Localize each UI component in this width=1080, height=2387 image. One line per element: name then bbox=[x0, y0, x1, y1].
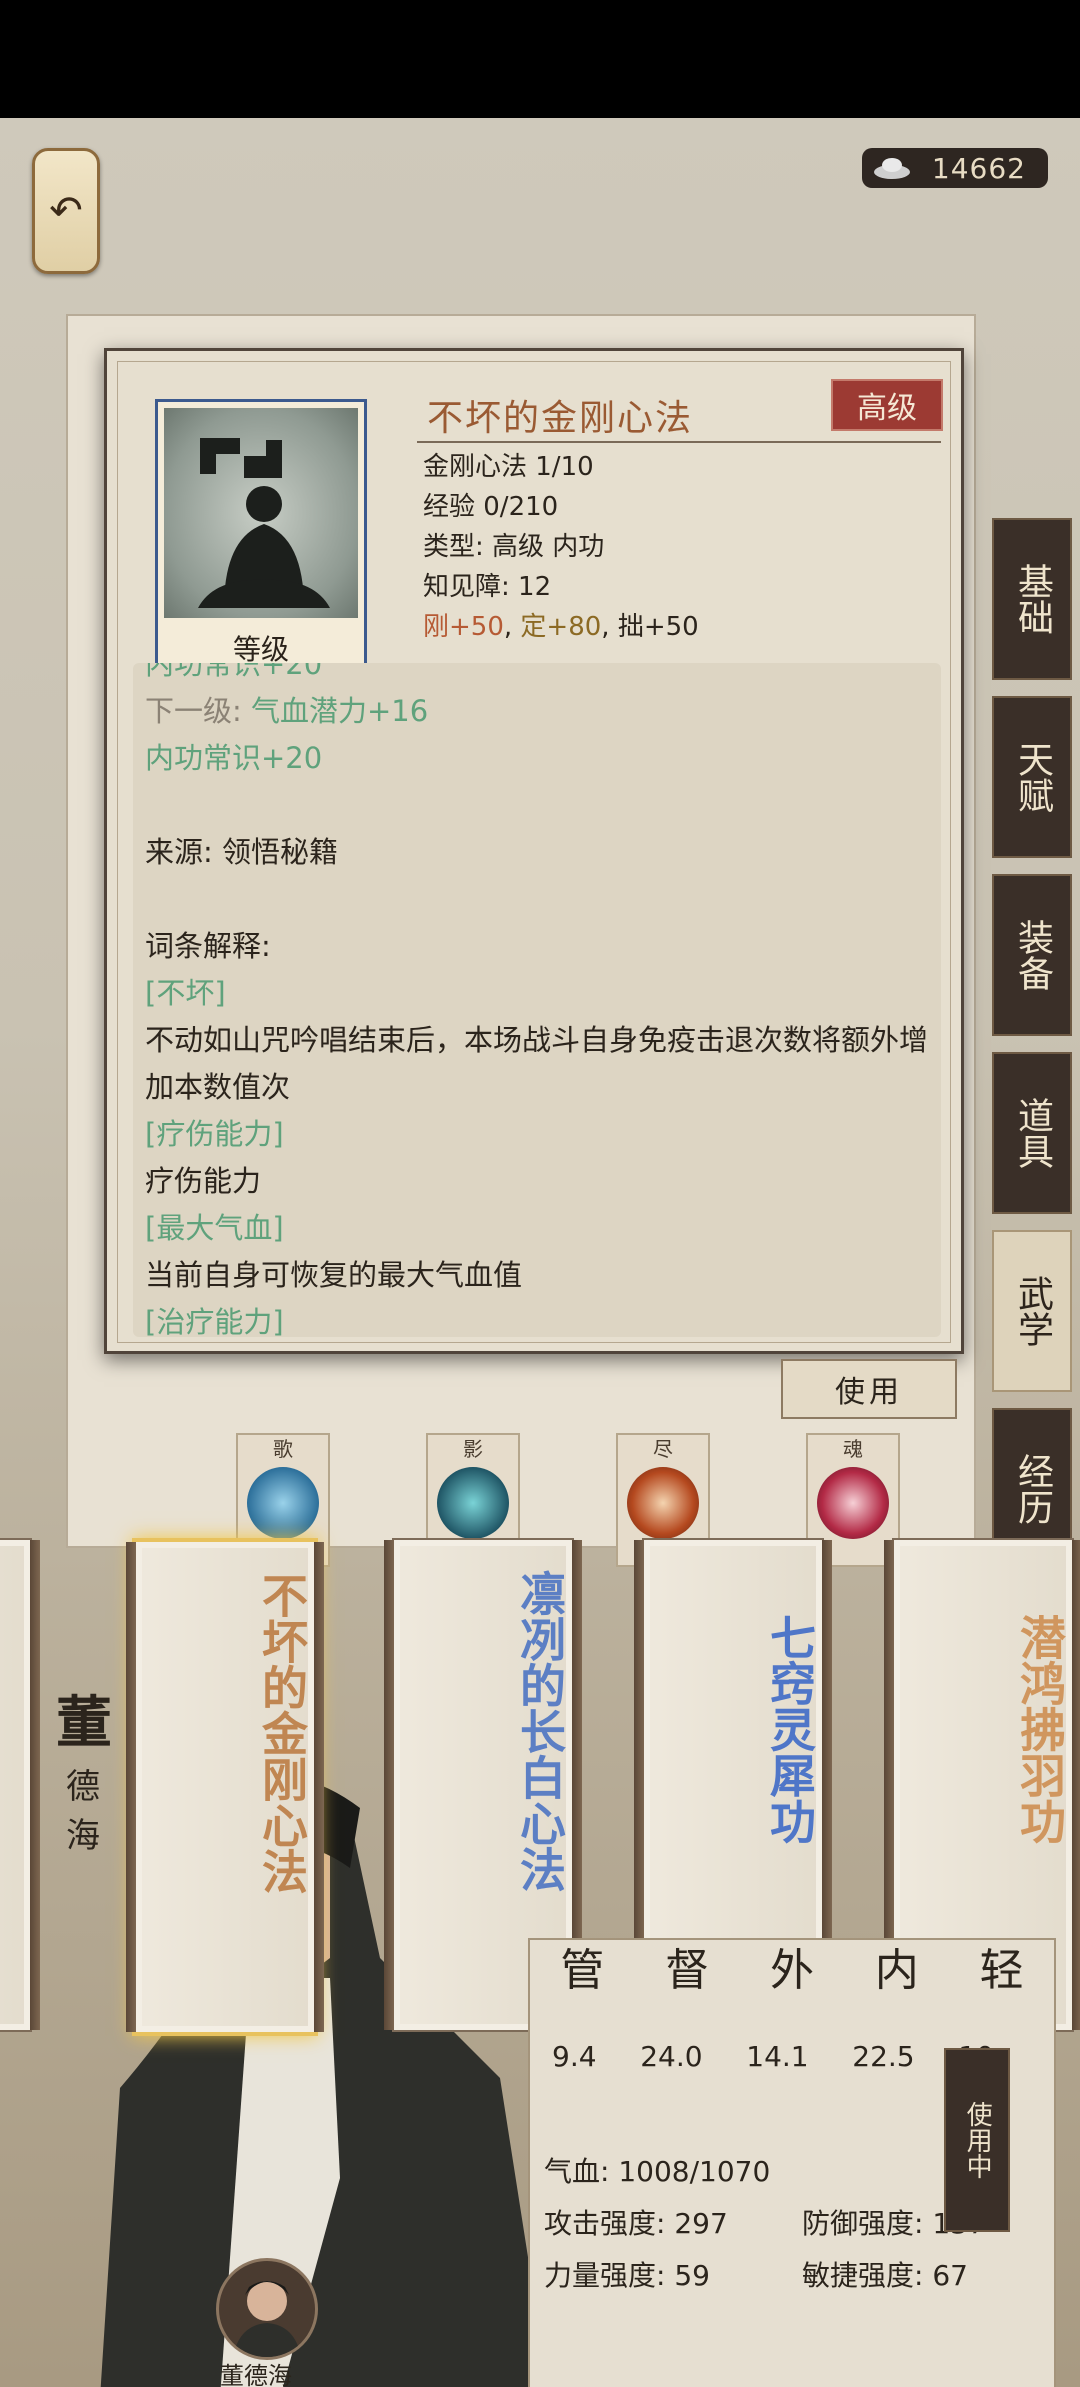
skill-level: 金刚心法 1/10 bbox=[423, 452, 594, 482]
currency-display: 14662 bbox=[862, 148, 1048, 188]
hp-stat: 气血: 1008/1070 bbox=[544, 2155, 771, 2188]
skill-icon bbox=[247, 1467, 319, 1539]
strength-stat: 力量强度: 59 bbox=[544, 2259, 710, 2292]
skill-detail-popup: 等级 不坏的金刚心法 高级 金刚心法 1/10 经验 0/210 类型: 高级 … bbox=[104, 348, 964, 1419]
skill-bonuses: 刚+50, 定+80, 拙+50 bbox=[423, 612, 699, 642]
character-avatar[interactable] bbox=[216, 2258, 318, 2360]
agility-stat: 敏捷强度: 67 bbox=[802, 2259, 968, 2292]
attribute-values: 9.4 24.0 14.1 22.5 10 bbox=[552, 2040, 994, 2073]
tab-basic[interactable]: 基础 bbox=[992, 518, 1072, 680]
attribute-labels: 管 督 外 内 轻 bbox=[560, 1945, 1024, 1996]
tab-items[interactable]: 道具 bbox=[992, 1052, 1072, 1214]
portrait-label: 等级 bbox=[232, 633, 289, 666]
divider bbox=[417, 441, 941, 443]
skill-card-selected[interactable]: 不坏的金刚心法 bbox=[126, 1538, 324, 2036]
skill-name: 不坏的金刚心法 bbox=[427, 398, 694, 439]
meditating-monk-image bbox=[164, 408, 358, 618]
in-use-tag: 使用中 bbox=[944, 2048, 1010, 2232]
skill-icon bbox=[627, 1467, 699, 1539]
skill-icon bbox=[437, 1467, 509, 1539]
use-button[interactable]: 使用 bbox=[781, 1359, 957, 1419]
skill-exp: 经验 0/210 bbox=[423, 492, 559, 522]
avatar-portrait-icon bbox=[233, 2281, 301, 2357]
back-arrow-icon: ↶ bbox=[49, 188, 83, 234]
skill-stats: 金刚心法 1/10 经验 0/210 类型: 高级 内功 知见障: 12 刚+5… bbox=[423, 447, 699, 647]
skill-icon bbox=[817, 1467, 889, 1539]
skill-description[interactable]: 内功常识+20 下一级: 气血潜力+16 内功常识+20 来源: 领悟秘籍 词条… bbox=[133, 663, 941, 1337]
skill-barrier: 知见障: 12 bbox=[423, 572, 552, 602]
avatar-name: 董德海 bbox=[220, 2362, 292, 2387]
tab-talent[interactable]: 天赋 bbox=[992, 696, 1072, 858]
skill-portrait: 等级 bbox=[155, 399, 367, 675]
game-scene: ↶ 14662 基础 天赋 装备 道具 武学 经历 歌 影 尽 魂 董 德 海 bbox=[0, 118, 1080, 2387]
grade-badge: 高级 bbox=[831, 379, 943, 431]
skill-type: 类型: 高级 内功 bbox=[423, 532, 605, 562]
tab-equipment[interactable]: 装备 bbox=[992, 874, 1072, 1036]
tab-martial-arts[interactable]: 武学 bbox=[992, 1230, 1072, 1392]
currency-amount: 14662 bbox=[931, 151, 1026, 185]
silver-ingot-icon bbox=[874, 158, 910, 179]
attack-stat: 攻击强度: 297 bbox=[544, 2207, 728, 2240]
skill-card-partial[interactable] bbox=[0, 1538, 40, 2032]
back-button[interactable]: ↶ bbox=[32, 148, 100, 274]
